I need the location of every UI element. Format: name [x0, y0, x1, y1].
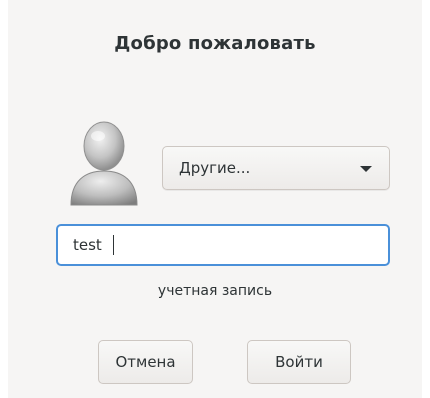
- username-field-frame[interactable]: [56, 224, 390, 266]
- dialog-title: Добро пожаловать: [114, 33, 316, 54]
- username-input[interactable]: [58, 226, 388, 264]
- cancel-button[interactable]: Отмена: [98, 340, 193, 384]
- user-avatar-icon: [70, 121, 138, 206]
- field-hint: учетная запись: [157, 283, 273, 299]
- chevron-down-icon: [360, 166, 372, 172]
- text-cursor: [113, 235, 114, 255]
- login-dialog: Добро пожаловать Другие... учетная запис…: [8, 0, 422, 398]
- user-select-value: Другие...: [179, 159, 251, 177]
- login-button[interactable]: Войти: [247, 340, 351, 384]
- user-select-dropdown[interactable]: Другие...: [162, 146, 390, 190]
